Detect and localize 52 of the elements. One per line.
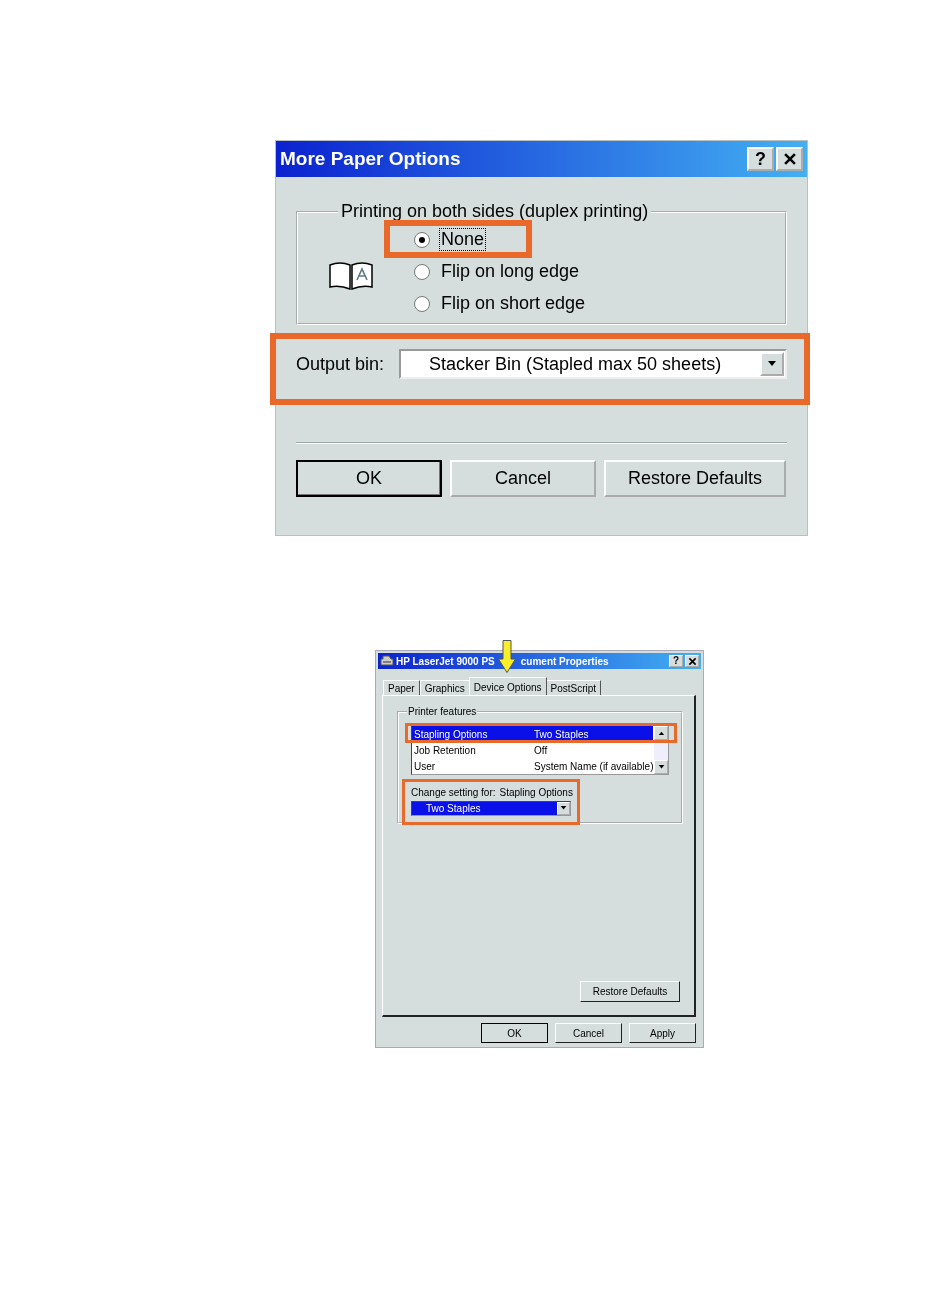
dropdown-value: Two Staples xyxy=(426,803,481,814)
feature-value: Two Staples xyxy=(534,728,589,740)
tab[interactable]: Paper xyxy=(383,680,420,695)
radio-button[interactable] xyxy=(414,295,430,312)
restore-defaults-button[interactable]: Restore Defaults xyxy=(580,981,680,1002)
output-bin-dropdown[interactable]: Stacker Bin (Stapled max 50 sheets) xyxy=(399,349,787,379)
open-book-icon xyxy=(328,260,374,291)
scroll-down-button[interactable] xyxy=(654,760,669,774)
feature-value: Off xyxy=(534,744,548,756)
change-setting-label: Change setting for: xyxy=(411,787,496,798)
tab[interactable]: PostScript xyxy=(545,680,602,695)
up-arrow-icon xyxy=(658,731,665,735)
close-icon xyxy=(687,656,697,666)
window-title: cument Properties xyxy=(520,655,609,667)
setting-name: Stapling Options xyxy=(499,787,573,798)
dropdown-arrow-icon xyxy=(767,361,777,367)
feature-name: User xyxy=(414,760,437,772)
tab[interactable]: Graphics xyxy=(419,680,470,695)
group-label: Printer features xyxy=(407,706,478,717)
window-title: More Paper Options xyxy=(280,148,461,170)
printer-icon xyxy=(380,655,394,667)
close-button[interactable] xyxy=(685,655,699,667)
radio-label: None xyxy=(440,229,486,250)
feature-name: Job Retention xyxy=(414,744,477,756)
dropdown-value: Stacker Bin (Stapled max 50 sheets) xyxy=(429,353,722,375)
dialog-button[interactable]: Restore Defaults xyxy=(604,460,786,497)
dialog-button[interactable]: Cancel xyxy=(450,460,596,497)
radio-label: Flip on short edge xyxy=(440,293,587,314)
scroll-up-button[interactable] xyxy=(654,726,669,740)
dialog-button[interactable]: Cancel xyxy=(555,1023,622,1043)
radio-button[interactable] xyxy=(414,263,430,280)
dropdown-arrow-icon xyxy=(658,764,665,770)
feature-value: System Name (if available) xyxy=(534,760,654,772)
window-title: HP LaserJet 9000 PS xyxy=(396,655,495,667)
dialog-button[interactable]: Apply xyxy=(629,1023,696,1043)
list-row[interactable]: User System Name (if available) xyxy=(412,758,654,774)
group-label: Printing on both sides (duplex printing) xyxy=(340,201,650,222)
setting-dropdown[interactable]: Two Staples xyxy=(411,801,571,816)
radio-label: Flip on long edge xyxy=(440,261,581,282)
close-icon xyxy=(782,152,797,166)
pointer-arrow xyxy=(498,640,516,673)
tab[interactable]: Device Options xyxy=(468,677,547,695)
output-bin-label: Output bin: xyxy=(296,353,386,375)
feature-name: Stapling Options xyxy=(414,728,489,740)
dialog-button[interactable]: OK xyxy=(481,1023,548,1043)
help-button[interactable]: ? xyxy=(669,655,683,667)
dropdown-arrow-icon xyxy=(560,806,567,811)
list-row[interactable]: Job Retention Off xyxy=(412,742,654,758)
radio-button[interactable] xyxy=(414,231,430,248)
close-button[interactable] xyxy=(776,147,803,171)
dialog-button[interactable]: OK xyxy=(296,460,442,497)
help-button[interactable]: ? xyxy=(747,147,774,171)
